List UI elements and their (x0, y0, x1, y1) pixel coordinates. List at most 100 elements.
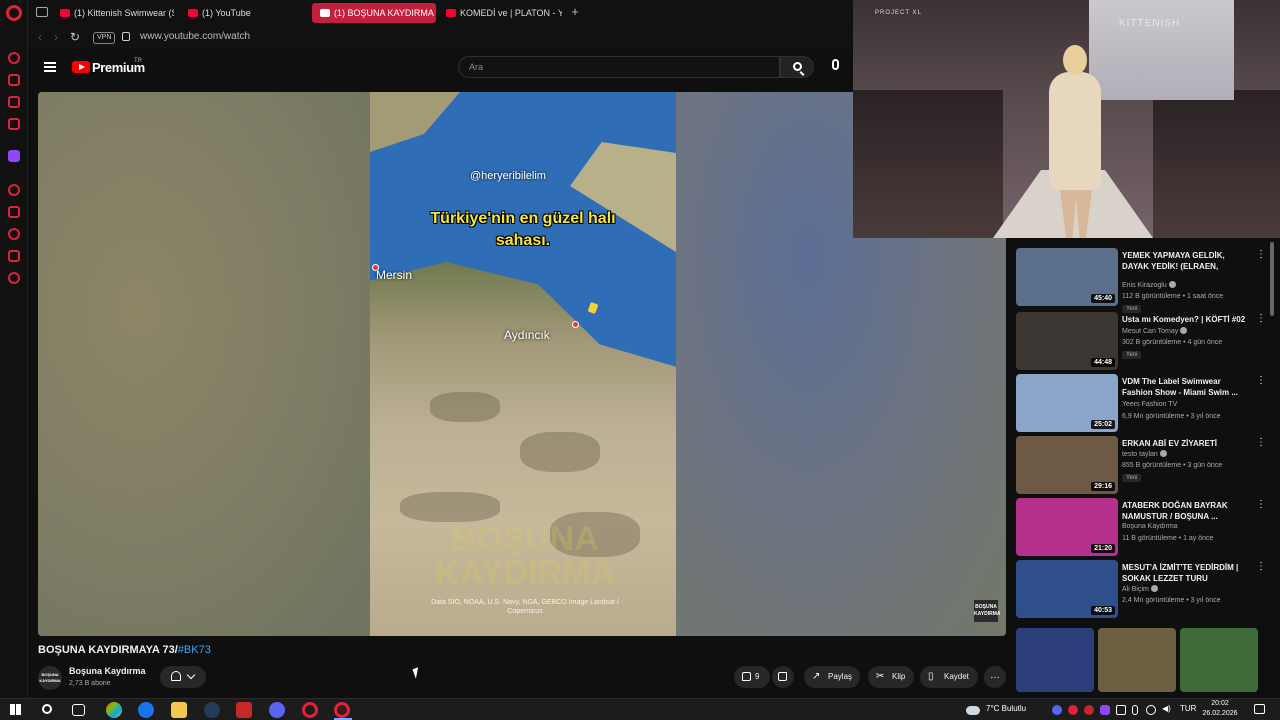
rec-title[interactable]: ERKAN ABİ EV ZİYARETİ (1122, 438, 1248, 449)
video-thumbnail[interactable]: 29:16 (1016, 436, 1118, 494)
tab-kittenish[interactable]: (1) Kittenish Swimwear (Sh (52, 3, 174, 23)
vpn-badge[interactable]: VPN (93, 32, 116, 44)
rec-title[interactable]: Usta mı Komedyen? | KÖFTİ #02 (1122, 314, 1248, 325)
save-button[interactable]: ▯ Kaydet (920, 666, 978, 688)
share-label: Paylaş (828, 672, 853, 681)
channel-avatar[interactable]: BOŞUNA KAYDIRMA (38, 666, 62, 690)
more-vert-icon[interactable]: ⋮ (1256, 562, 1266, 572)
network-icon[interactable] (1146, 705, 1156, 715)
like-button[interactable]: 9 (734, 666, 770, 688)
new-tab-button[interactable]: + (568, 5, 582, 19)
hashtag-link[interactable]: #BK73 (178, 644, 211, 656)
channel-name[interactable]: Boşuna Kaydırma (69, 666, 146, 676)
rec-title[interactable]: YEMEK YAPMAYA GELDİK, DAYAK YEDİK! (ELRA… (1122, 250, 1248, 272)
more-actions-button[interactable]: … (984, 666, 1006, 688)
forward-arrow-icon[interactable]: › (54, 30, 58, 44)
rec-title[interactable]: VDM The Label Swimwear Fashion Show - Mi… (1122, 376, 1248, 398)
player-icon[interactable] (8, 184, 20, 196)
reload-icon[interactable]: ↻ (70, 30, 80, 44)
lock-icon[interactable] (122, 32, 130, 41)
opera-gx-icon[interactable] (334, 702, 350, 718)
dislike-button[interactable] (772, 666, 794, 688)
scrollbar[interactable] (1270, 242, 1274, 316)
youtube-logo-icon[interactable] (72, 61, 90, 73)
picture-in-picture-window[interactable]: KITTENISH PROJECT XL (853, 0, 1280, 238)
opera-icon[interactable] (302, 702, 318, 718)
tab-bosuna-kaydirma[interactable]: (1) BOŞUNA KAYDIRMA (312, 3, 436, 23)
video-thumbnail[interactable]: 45:40 (1016, 248, 1118, 306)
short-thumbnail[interactable] (1016, 628, 1094, 692)
settings-gear-icon[interactable] (8, 272, 20, 284)
copilot-icon[interactable] (106, 702, 122, 718)
short-thumbnail[interactable] (1180, 628, 1258, 692)
search-icon[interactable] (42, 704, 52, 714)
rec-channel-name: testo taylan (1122, 451, 1158, 458)
opera-tray-icon[interactable] (1068, 705, 1078, 715)
search-input[interactable]: Ara (458, 56, 780, 78)
microphone-icon[interactable] (832, 59, 839, 70)
rec-channel[interactable]: Mesut Can Tomay (1122, 327, 1188, 335)
more-vert-icon[interactable]: ⋮ (1256, 438, 1266, 448)
file-explorer-icon[interactable] (171, 702, 187, 718)
discord-tray-icon[interactable] (1052, 705, 1062, 715)
recommendation-item[interactable]: 40:53 MESUT'A İZMİT'TE YEDİRDİM | SOKAK … (1016, 560, 1276, 618)
discord-icon[interactable] (269, 702, 285, 718)
bag-icon[interactable] (8, 74, 20, 86)
volume-icon[interactable]: ◀) (1162, 704, 1171, 713)
extensions-icon[interactable] (8, 250, 20, 262)
history-icon[interactable] (8, 228, 20, 240)
tab-komedi-platon[interactable]: KOMEDİ ve | PLATON - Yo (438, 3, 562, 23)
tray-app-icon[interactable] (1100, 705, 1110, 715)
url-field[interactable]: www.youtube.com/watch (140, 31, 250, 42)
more-vert-icon[interactable]: ⋮ (1256, 500, 1266, 510)
recommendation-item[interactable]: 25:02 VDM The Label Swimwear Fashion Sho… (1016, 374, 1276, 432)
tab-menu-icon[interactable] (36, 7, 48, 17)
task-view-icon[interactable] (72, 704, 85, 716)
subscription-button[interactable] (160, 666, 206, 688)
aria-icon[interactable] (8, 52, 20, 64)
rec-channel[interactable]: Yeers Fashion TV (1122, 401, 1177, 408)
twitch-icon[interactable] (8, 150, 20, 162)
recommendation-item[interactable]: 21:20 ATABERK DOĞAN BAYRAK NAMUSTUR / BO… (1016, 498, 1276, 556)
clock[interactable]: 20:02 26.02.2026 (1200, 699, 1240, 719)
windows-start-icon[interactable] (10, 704, 21, 715)
rec-channel[interactable]: testo taylan (1122, 450, 1167, 458)
video-thumbnail[interactable]: 21:20 (1016, 498, 1118, 556)
edge-icon[interactable] (138, 702, 154, 718)
messenger-icon[interactable] (8, 96, 20, 108)
more-vert-icon[interactable]: ⋮ (1256, 376, 1266, 386)
language-indicator[interactable]: TUR (1180, 704, 1196, 713)
menu-hamburger-icon[interactable] (44, 62, 56, 72)
short-thumbnail[interactable] (1098, 628, 1176, 692)
back-arrow-icon[interactable]: ‹ (38, 30, 42, 44)
audio-playing-icon (320, 9, 330, 17)
video-thumbnail[interactable]: 40:53 (1016, 560, 1118, 618)
search-button[interactable] (780, 56, 814, 78)
microphone-tray-icon[interactable] (1132, 705, 1138, 715)
clip-button[interactable]: ✂ Klip (868, 666, 914, 688)
rec-title[interactable]: ATABERK DOĞAN BAYRAK NAMUSTUR / BOŞUNA .… (1122, 500, 1248, 522)
video-thumbnail[interactable]: 44:48 (1016, 312, 1118, 370)
tab-youtube[interactable]: (1) YouTube (180, 3, 300, 23)
share-button[interactable]: ↗ Paylaş (804, 666, 860, 688)
tray-expand-icon[interactable] (1116, 705, 1126, 715)
recommendation-item[interactable]: 44:48 Usta mı Komedyen? | KÖFTİ #02 Mesu… (1016, 312, 1276, 370)
tray-app-icon[interactable] (1084, 705, 1094, 715)
recommendation-item[interactable]: 45:40 YEMEK YAPMAYA GELDİK, DAYAK YEDİK!… (1016, 248, 1276, 313)
channel-watermark-logo[interactable]: BOŞUNA KAYDIRMA (974, 600, 1000, 622)
video-thumbnail[interactable]: 25:02 (1016, 374, 1118, 432)
more-vert-icon[interactable]: ⋮ (1256, 314, 1266, 324)
weather-text[interactable]: 7°C Bulutlu (986, 704, 1026, 713)
recommendation-item[interactable]: 29:16 ERKAN ABİ EV ZİYARETİ testo taylan… (1016, 436, 1276, 494)
more-vert-icon[interactable]: ⋮ (1256, 250, 1266, 260)
steam-icon[interactable] (204, 702, 220, 718)
rec-channel[interactable]: Ali Biçim (1122, 585, 1158, 593)
rec-channel[interactable]: Enis Kirazoglu (1122, 281, 1176, 289)
notification-icon[interactable] (1254, 704, 1265, 714)
opera-logo-icon[interactable] (6, 5, 22, 21)
bookmark-icon[interactable] (8, 206, 20, 218)
notes-icon[interactable] (8, 118, 20, 130)
app-icon[interactable] (236, 702, 252, 718)
rec-title[interactable]: MESUT'A İZMİT'TE YEDİRDİM | SOKAK LEZZET… (1122, 562, 1248, 584)
rec-channel[interactable]: Boşuna Kaydırma (1122, 523, 1178, 530)
